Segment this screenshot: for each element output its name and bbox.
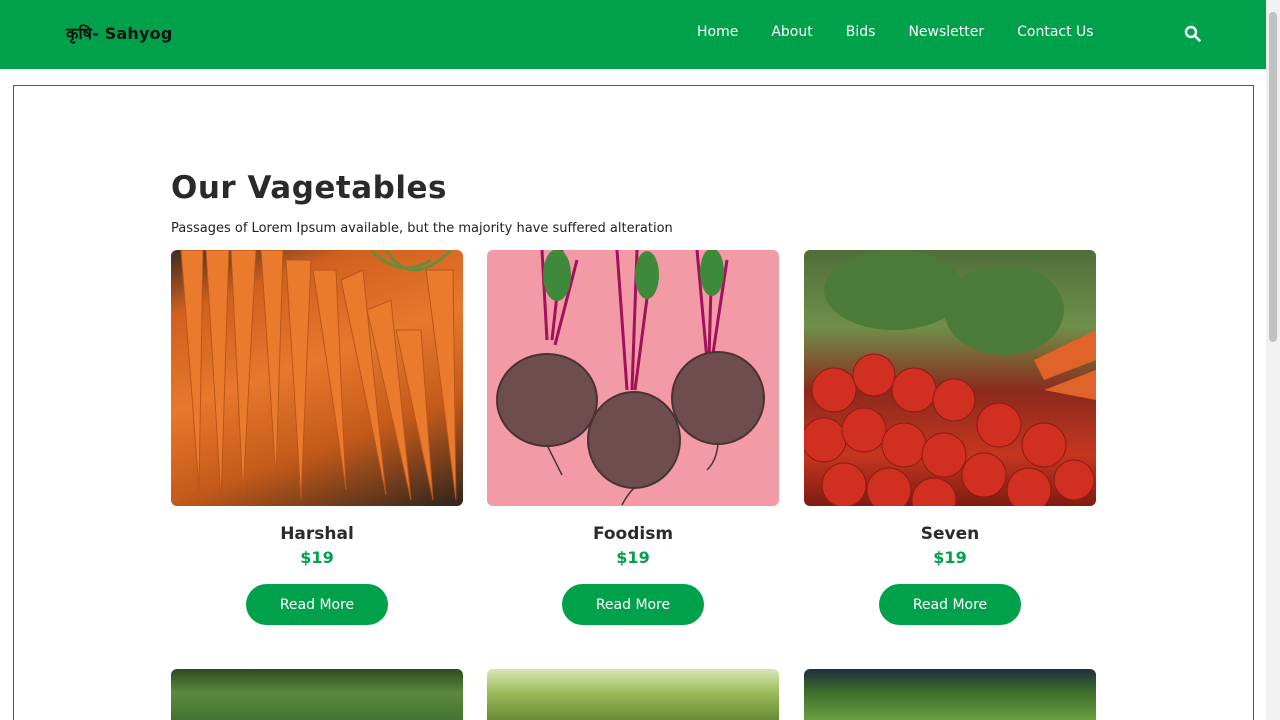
product-card-foodism: Foodism $19 Read More — [487, 250, 779, 625]
product-card-harshal: Harshal $19 Read More — [171, 250, 463, 625]
nav-contact-us[interactable]: Contact Us — [1017, 24, 1093, 40]
product-image-carrots — [171, 250, 463, 506]
top-navbar: कृषि- Sahyog Home About Bids Newsletter … — [0, 0, 1266, 69]
beetroots-illustration — [496, 250, 765, 506]
page-scrollbar[interactable] — [1266, 0, 1280, 720]
nav-bids[interactable]: Bids — [846, 24, 876, 40]
product-price: $19 — [933, 548, 967, 567]
product-name: Harshal — [280, 524, 354, 544]
nav-about[interactable]: About — [771, 24, 812, 40]
carrots-illustration — [180, 250, 457, 501]
product-name: Seven — [920, 524, 980, 544]
tomatoes-illustration — [804, 250, 1096, 506]
product-image-spinach — [804, 669, 1096, 720]
product-image-greens — [487, 669, 779, 720]
product-image-beetroots — [487, 250, 779, 506]
read-more-button[interactable]: Read More — [562, 584, 704, 625]
search-icon[interactable] — [1184, 25, 1201, 42]
product-price: $19 — [616, 548, 650, 567]
section-subtitle: Passages of Lorem Ipsum available, but t… — [171, 221, 673, 236]
read-more-button[interactable]: Read More — [246, 584, 388, 625]
scrollbar-thumb[interactable] — [1269, 12, 1277, 342]
nav-links: Home About Bids Newsletter Contact Us — [697, 24, 1127, 40]
product-image-tomatoes — [804, 250, 1096, 506]
section-title: Our Vagetables — [171, 170, 447, 206]
product-card-seven: Seven $19 Read More — [804, 250, 1096, 625]
product-image-green-beans — [171, 669, 463, 720]
brand-logo[interactable]: कृषि- Sahyog — [66, 22, 172, 44]
product-price: $19 — [300, 548, 334, 567]
nav-home[interactable]: Home — [697, 24, 738, 40]
nav-newsletter[interactable]: Newsletter — [908, 24, 984, 40]
product-name: Foodism — [592, 524, 674, 544]
read-more-button[interactable]: Read More — [879, 584, 1021, 625]
